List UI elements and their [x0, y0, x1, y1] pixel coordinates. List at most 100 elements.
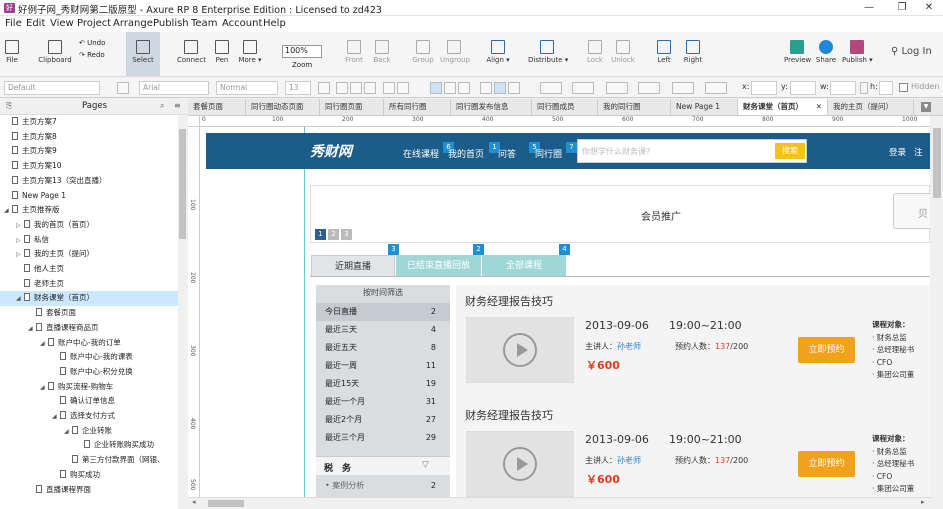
course-title[interactable]: 财务经理报告技巧	[465, 407, 553, 423]
lecturer-link[interactable]: 孙老师	[617, 456, 641, 465]
valign-bottom-icon[interactable]	[508, 82, 520, 94]
close-button[interactable]: ✕	[917, 1, 941, 15]
course-tab-all[interactable]: 全部课程	[482, 255, 566, 277]
front-button[interactable]: Front	[343, 32, 365, 76]
more-button[interactable]: More ▾	[237, 32, 263, 76]
expand-toggle-icon[interactable]: ◢	[52, 410, 60, 425]
line-width-icon[interactable]	[606, 82, 628, 94]
nav-qa[interactable]: 问答	[498, 147, 516, 160]
play-icon[interactable]	[503, 333, 537, 367]
distribute-button[interactable]: Distribute ▾	[528, 32, 568, 76]
back-button[interactable]: Back	[371, 32, 393, 76]
valign-top-icon[interactable]	[480, 82, 492, 94]
filter-item[interactable]: 最近五天 8	[316, 339, 450, 357]
tab-page[interactable]: 同行圈成员	[532, 99, 598, 115]
line-color-icon[interactable]	[572, 82, 594, 94]
expand-toggle-icon[interactable]: ◢	[28, 322, 36, 337]
italic-icon[interactable]	[350, 82, 362, 94]
page-tree-item[interactable]: 直播课程界面	[0, 483, 178, 498]
align-right-icon[interactable]	[458, 82, 470, 94]
align-center-icon[interactable]	[444, 82, 456, 94]
menu-file[interactable]: File	[5, 18, 22, 29]
connect-button[interactable]: Connect	[177, 32, 206, 76]
page-tree-item[interactable]: ◢ 企业转账	[0, 424, 178, 439]
filter-item[interactable]: 最近三个月 29	[316, 429, 450, 447]
text-color-icon[interactable]	[318, 82, 330, 94]
filter-item[interactable]: 最近2个月 27	[316, 411, 450, 429]
page-tree-item[interactable]: 账户中心-积分兑换	[0, 365, 178, 380]
undo-button[interactable]: ↶ Undo	[79, 39, 105, 47]
font-size-select[interactable]: 13	[285, 81, 311, 95]
shadow-icon[interactable]	[705, 82, 727, 94]
font-select[interactable]: Arial	[139, 81, 209, 95]
ungroup-button[interactable]: Ungroup	[440, 32, 470, 76]
page-tree-item[interactable]: ◢ 账户中心-我的订单	[0, 336, 178, 351]
page-tree-item[interactable]: ◢ 主页推荐版	[0, 203, 178, 218]
line-style-icon[interactable]	[638, 82, 660, 94]
lock-ratio-icon[interactable]	[860, 82, 868, 94]
share-button[interactable]: Share	[815, 32, 837, 76]
left-button[interactable]: Left	[655, 32, 673, 76]
font-weight-select[interactable]: Normal	[216, 81, 278, 95]
expand-toggle-icon[interactable]: ◢	[4, 204, 12, 219]
expand-toggle-icon[interactable]: ◢	[64, 425, 72, 440]
tab-page[interactable]: 套餐页面	[188, 99, 246, 115]
minimize-button[interactable]: —	[857, 1, 881, 15]
bold-icon[interactable]	[336, 82, 348, 94]
scroll-right-icon[interactable]: ▸	[921, 498, 925, 506]
page-tree-item[interactable]: ▷ 我的首页（首页）	[0, 218, 178, 233]
course-title[interactable]: 财务经理报告技巧	[465, 293, 553, 309]
carousel-dot[interactable]: 3	[341, 229, 352, 240]
bullet-icon[interactable]	[383, 82, 395, 94]
course-thumbnail[interactable]	[466, 317, 574, 383]
page-tree-item[interactable]: 账户中心-我的课表	[0, 350, 178, 365]
menu-edit[interactable]: Edit	[26, 18, 45, 29]
page-tree-item[interactable]: 主页方案7	[0, 115, 178, 130]
course-thumbnail[interactable]	[466, 431, 574, 497]
nav-my-home[interactable]: 我的首页	[448, 147, 484, 160]
unlock-button[interactable]: Unlock	[611, 32, 635, 76]
site-search-input[interactable]: 你想学什么财务课?	[577, 139, 807, 163]
filter-item[interactable]: 最近一周 11	[316, 357, 450, 375]
menu-publish[interactable]: Publish	[153, 18, 189, 29]
w-input[interactable]	[830, 81, 856, 95]
page-tree-item[interactable]: 主页方案8	[0, 130, 178, 145]
canvas-v-scrollbar[interactable]	[931, 116, 943, 497]
tab-page[interactable]: 我的主页（提问）	[828, 99, 914, 115]
align-left-icon[interactable]	[430, 82, 442, 94]
menu-project[interactable]: Project	[77, 18, 111, 29]
tax-category[interactable]: 税 务 ▽	[316, 456, 450, 475]
site-logo[interactable]: 秀财网	[310, 141, 352, 161]
hidden-checkbox[interactable]	[899, 83, 908, 92]
scroll-left-icon[interactable]: ◂	[192, 498, 196, 506]
page-tree-item[interactable]: ◢ 直播课程商品页	[0, 321, 178, 336]
tab-page[interactable]: 同行圈页面	[320, 99, 384, 115]
collapse-icon[interactable]: ≡	[174, 101, 181, 110]
right-button[interactable]: Right	[683, 32, 703, 76]
x-input[interactable]	[751, 81, 777, 95]
page-tree-item[interactable]: 老师主页	[0, 277, 178, 292]
design-canvas[interactable]: 秀财网 在线课程 6 我的首页 1 问答 5 同行圈 7 你想学什么财务课? 搜…	[200, 127, 930, 497]
promo-side-card[interactable]: 贝	[893, 193, 930, 229]
page-tree-item[interactable]: 第三方付款界面（网银、	[0, 453, 178, 468]
arrow-style-icon[interactable]	[672, 82, 694, 94]
group-button[interactable]: Group	[411, 32, 435, 76]
pages-scrollbar[interactable]	[178, 115, 187, 509]
tab-page[interactable]: 所有同行圈	[384, 99, 451, 115]
page-tree-item[interactable]: 主页方案13（突出直播）	[0, 174, 178, 189]
h-input[interactable]	[879, 81, 893, 95]
search-icon[interactable]: ⌕	[160, 101, 164, 111]
site-login-link[interactable]: 登录	[889, 146, 906, 158]
reserve-button[interactable]: 立即预约	[798, 451, 855, 477]
guide-line[interactable]	[304, 127, 305, 497]
valign-middle-icon[interactable]	[494, 82, 506, 94]
page-tree-item[interactable]: 套餐页面	[0, 306, 178, 321]
tab-page-active[interactable]: 财务课堂（首页） ✕	[738, 99, 828, 115]
filter-item[interactable]: • 案例分析 2	[316, 477, 450, 495]
page-tree-item[interactable]: ▷ 私信	[0, 233, 178, 248]
expand-toggle-icon[interactable]: ▷	[16, 219, 24, 234]
h-scroll-thumb[interactable]	[208, 500, 244, 507]
redo-button[interactable]: ↷ Redo	[79, 51, 105, 59]
page-tree-item[interactable]: 他人主页	[0, 262, 178, 277]
menu-arrange[interactable]: Arrange	[113, 18, 153, 29]
